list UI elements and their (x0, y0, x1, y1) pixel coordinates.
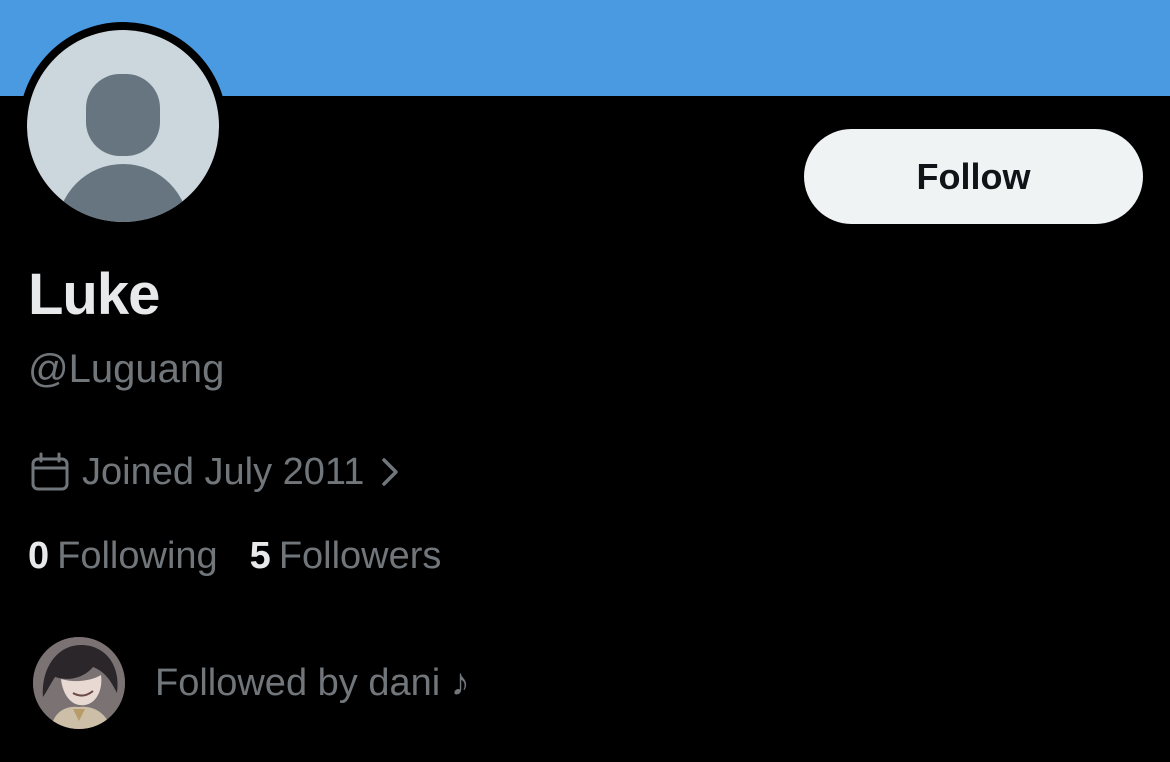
calendar-icon (30, 452, 70, 492)
following-link[interactable]: 0 Following (28, 532, 218, 580)
follow-button[interactable]: Follow (804, 129, 1143, 224)
followed-by-text: Followed by dani ♪ (155, 662, 470, 704)
follower-avatar[interactable] (33, 637, 125, 729)
following-label: Following (57, 535, 218, 577)
followers-count: 5 (249, 535, 271, 577)
default-avatar-icon (27, 30, 219, 222)
username-handle: @Luguang (28, 347, 225, 391)
followed-by-row[interactable]: Followed by dani ♪ (33, 637, 470, 729)
joined-date-text: Joined July 2011 (82, 451, 365, 493)
followers-link[interactable]: 5 Followers (250, 532, 442, 580)
display-name: Luke (28, 262, 160, 327)
chevron-right-icon (380, 456, 400, 488)
followers-label: Followers (278, 535, 442, 577)
follower-avatar-image (33, 637, 125, 729)
profile-avatar[interactable] (27, 30, 219, 222)
following-count: 0 (28, 535, 50, 577)
profile-stats: 0 Following 5 Followers (28, 532, 441, 580)
joined-date-row[interactable]: Joined July 2011 (30, 448, 400, 496)
